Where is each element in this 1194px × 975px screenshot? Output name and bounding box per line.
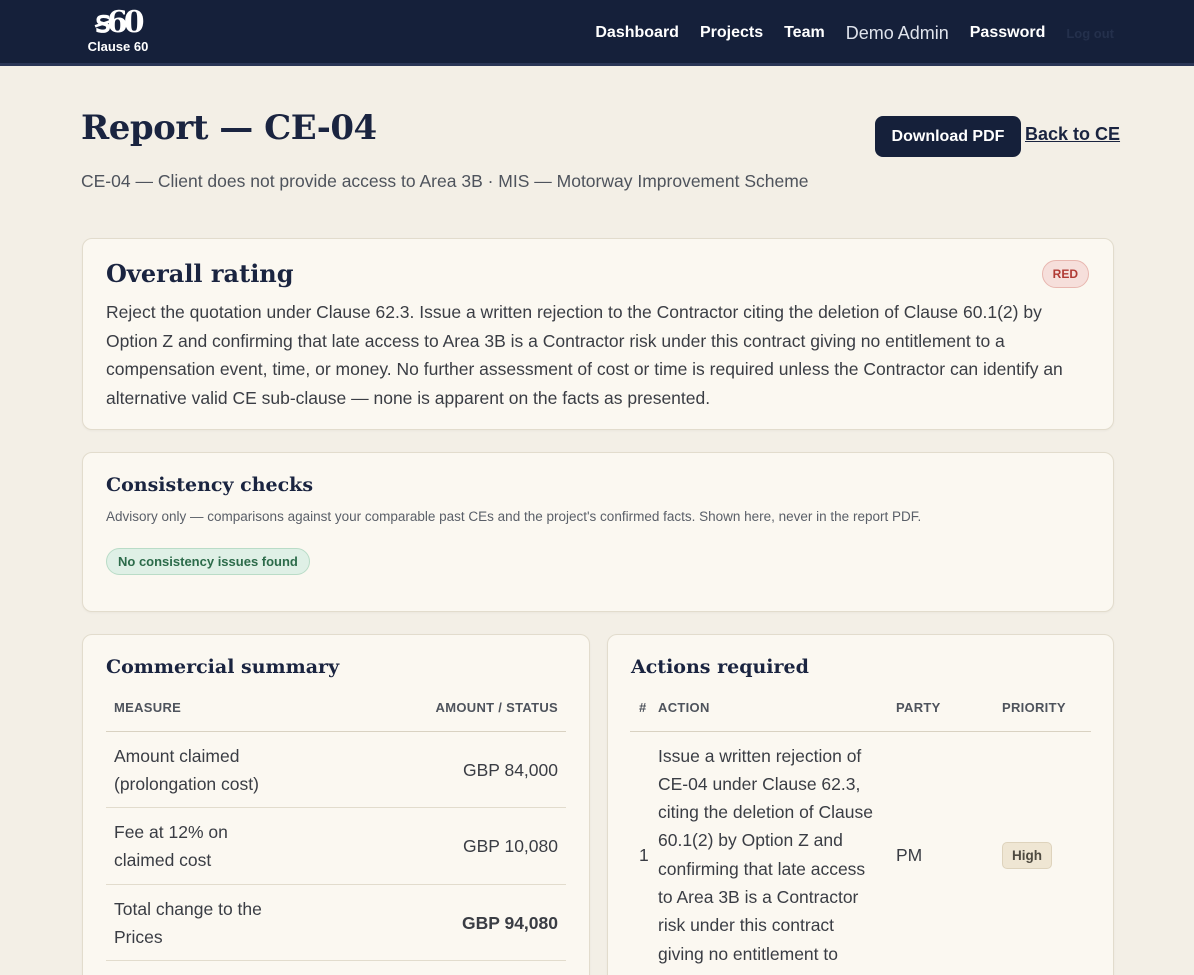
nav-team[interactable]: Team xyxy=(784,24,825,42)
nav-dashboard[interactable]: Dashboard xyxy=(595,24,679,42)
measure-cell: Total change to the Prices xyxy=(106,884,276,962)
actions-required-heading: Actions required xyxy=(631,656,809,678)
commercial-summary-card: Commercial summary MEASURE AMOUNT / STAT… xyxy=(82,634,590,975)
amount-cell-total: GBP 94,080 xyxy=(276,884,566,962)
nav-user-name: Demo Admin xyxy=(845,22,949,43)
priority-badge: High xyxy=(1002,842,1052,870)
table-row: Fee at 12% on claimed cost GBP 10,080 xyxy=(106,807,566,885)
action-party-cell: PM xyxy=(896,731,1002,975)
nav-logout[interactable]: Log out xyxy=(1066,26,1114,41)
amount-cell: GBP 10,080 xyxy=(276,807,566,885)
column-header-priority: PRIORITY xyxy=(1002,684,1091,732)
consistency-advisory-text: Advisory only — comparisons against your… xyxy=(106,509,922,524)
column-header-action: ACTION xyxy=(658,684,896,732)
table-header-row: MEASURE AMOUNT / STATUS xyxy=(106,684,566,732)
consistency-checks-heading: Consistency checks xyxy=(106,474,314,496)
table-row: 1 Issue a written rejection of CE-04 und… xyxy=(630,731,1091,975)
page-title: Report — CE-04 xyxy=(81,108,377,148)
commercial-summary-table: MEASURE AMOUNT / STATUS Amount claimed (… xyxy=(106,684,566,962)
measure-cell: Amount claimed (prolongation cost) xyxy=(106,731,276,809)
commercial-summary-heading: Commercial summary xyxy=(106,656,340,678)
back-to-ce-link[interactable]: Back to CE xyxy=(1025,124,1120,145)
action-priority-cell: High xyxy=(1002,731,1091,975)
column-header-number: # xyxy=(630,684,658,732)
column-header-amount: AMOUNT / STATUS xyxy=(276,684,566,732)
overall-rating-card: Overall rating RED Reject the quotation … xyxy=(82,238,1114,430)
consistency-status-badge: No consistency issues found xyxy=(106,548,310,575)
table-header-row: # ACTION PARTY PRIORITY xyxy=(630,684,1091,732)
amount-cell: GBP 84,000 xyxy=(276,731,566,809)
table-row: Total change to the Prices GBP 94,080 xyxy=(106,884,566,962)
actions-table: # ACTION PARTY PRIORITY 1 Issue a writte… xyxy=(630,684,1091,975)
nav-projects[interactable]: Projects xyxy=(700,24,763,42)
consistency-checks-card: Consistency checks Advisory only — compa… xyxy=(82,452,1114,612)
table-row: Amount claimed (prolongation cost) GBP 8… xyxy=(106,731,566,809)
rating-recommendation-text: Reject the quotation under Clause 62.3. … xyxy=(106,302,1063,408)
measure-cell: Fee at 12% on claimed cost xyxy=(106,807,276,885)
page-subtitle: CE-04 — Client does not provide access t… xyxy=(81,171,809,191)
logo-mark-icon: ꞩ60 xyxy=(95,5,144,40)
actions-required-card: Actions required # ACTION PARTY PRIORITY… xyxy=(607,634,1114,975)
top-navigation-bar: ꞩ60 Clause 60 Dashboard Projects Team De… xyxy=(0,0,1194,66)
main-nav: Dashboard Projects Team Demo Admin Passw… xyxy=(595,0,1194,66)
overall-rating-heading: Overall rating xyxy=(106,259,294,288)
action-text-cell: Issue a written rejection of CE-04 under… xyxy=(658,731,896,975)
logo-text: Clause 60 xyxy=(87,39,149,54)
clause60-logo[interactable]: ꞩ60 Clause 60 xyxy=(84,6,152,60)
download-pdf-button[interactable]: Download PDF xyxy=(875,116,1021,157)
column-header-measure: MEASURE xyxy=(106,684,276,732)
nav-password[interactable]: Password xyxy=(970,24,1046,42)
column-header-party: PARTY xyxy=(896,684,1002,732)
rating-status-badge: RED xyxy=(1041,260,1089,288)
action-number-cell: 1 xyxy=(630,731,658,975)
